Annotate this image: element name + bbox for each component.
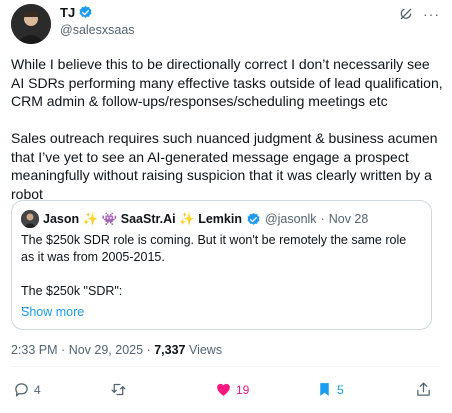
divider <box>11 366 441 367</box>
views-label: Views <box>188 343 223 357</box>
quoted-tweet[interactable]: Jason ✨ 👾 SaaStr.Ai ✨ Lemkin @jasonlk · … <box>11 200 432 330</box>
reply-count: 4 <box>34 382 41 397</box>
quote-line: The $250k "SDR": <box>21 284 123 298</box>
quote-name-part: SaaStr.Ai <box>120 211 176 226</box>
share-button[interactable] <box>415 381 432 398</box>
show-more-link[interactable]: Show more <box>21 305 84 319</box>
quote-header: Jason ✨ 👾 SaaStr.Ai ✨ Lemkin @jasonlk · … <box>21 210 368 228</box>
more-options-icon[interactable]: ··· <box>423 6 440 22</box>
tweet-paragraph: Sales outreach requires such nuanced jud… <box>11 130 438 202</box>
share-icon <box>417 382 430 396</box>
like-count: 19 <box>236 382 250 397</box>
quote-author-name: Jason ✨ 👾 SaaStr.Ai ✨ Lemkin <box>43 212 242 227</box>
retweet-icon <box>111 383 126 396</box>
sparkle-icon: ✨ <box>82 211 99 226</box>
tweet-meta: 2:33 PM · Nov 29, 2025 · 7,337 Views <box>11 343 222 357</box>
alien-monster-icon: 👾 <box>101 211 118 226</box>
author-name[interactable]: TJ <box>60 5 75 20</box>
meta-separator: · <box>146 343 151 357</box>
reply-icon <box>15 383 28 397</box>
tweet-text: While I believe this to be directionally… <box>11 55 443 222</box>
author-avatar[interactable] <box>11 4 51 44</box>
author-handle[interactable]: @salesxsaas <box>60 23 135 37</box>
author-name-row: TJ <box>60 5 93 20</box>
quote-name-part: Jason <box>43 211 80 226</box>
grok-icon[interactable] <box>398 6 414 22</box>
retweet-button[interactable] <box>110 381 127 398</box>
sparkle-icon: ✨ <box>179 211 195 226</box>
reply-button[interactable]: 4 <box>13 381 41 398</box>
quote-date: Nov 28 <box>328 212 369 226</box>
quote-handle: @jasonlk <box>264 212 317 226</box>
verified-badge-icon <box>79 5 92 18</box>
bookmark-count: 5 <box>337 382 344 397</box>
verified-badge-icon <box>247 212 260 225</box>
meta-separator: · <box>61 343 66 357</box>
quote-line: The $250k SDR role is coming. But it won… <box>21 233 407 264</box>
quote-separator: · <box>320 212 325 226</box>
heart-icon <box>217 383 230 396</box>
quote-name-part: Lemkin <box>198 211 242 226</box>
tweet-paragraph: While I believe this to be directionally… <box>11 56 443 109</box>
views-count: 7,337 <box>154 343 186 357</box>
tweet: TJ @salesxsaas ··· While I believe this … <box>0 0 452 413</box>
quote-avatar <box>21 210 39 228</box>
bookmark-icon <box>320 383 329 396</box>
like-button[interactable]: 19 <box>215 381 249 398</box>
tweet-date[interactable]: Nov 29, 2025 <box>69 343 143 357</box>
quote-text: The $250k SDR role is coming. But it won… <box>21 232 421 312</box>
tweet-time[interactable]: 2:33 PM <box>11 343 58 357</box>
bookmark-button[interactable]: 5 <box>316 381 344 398</box>
